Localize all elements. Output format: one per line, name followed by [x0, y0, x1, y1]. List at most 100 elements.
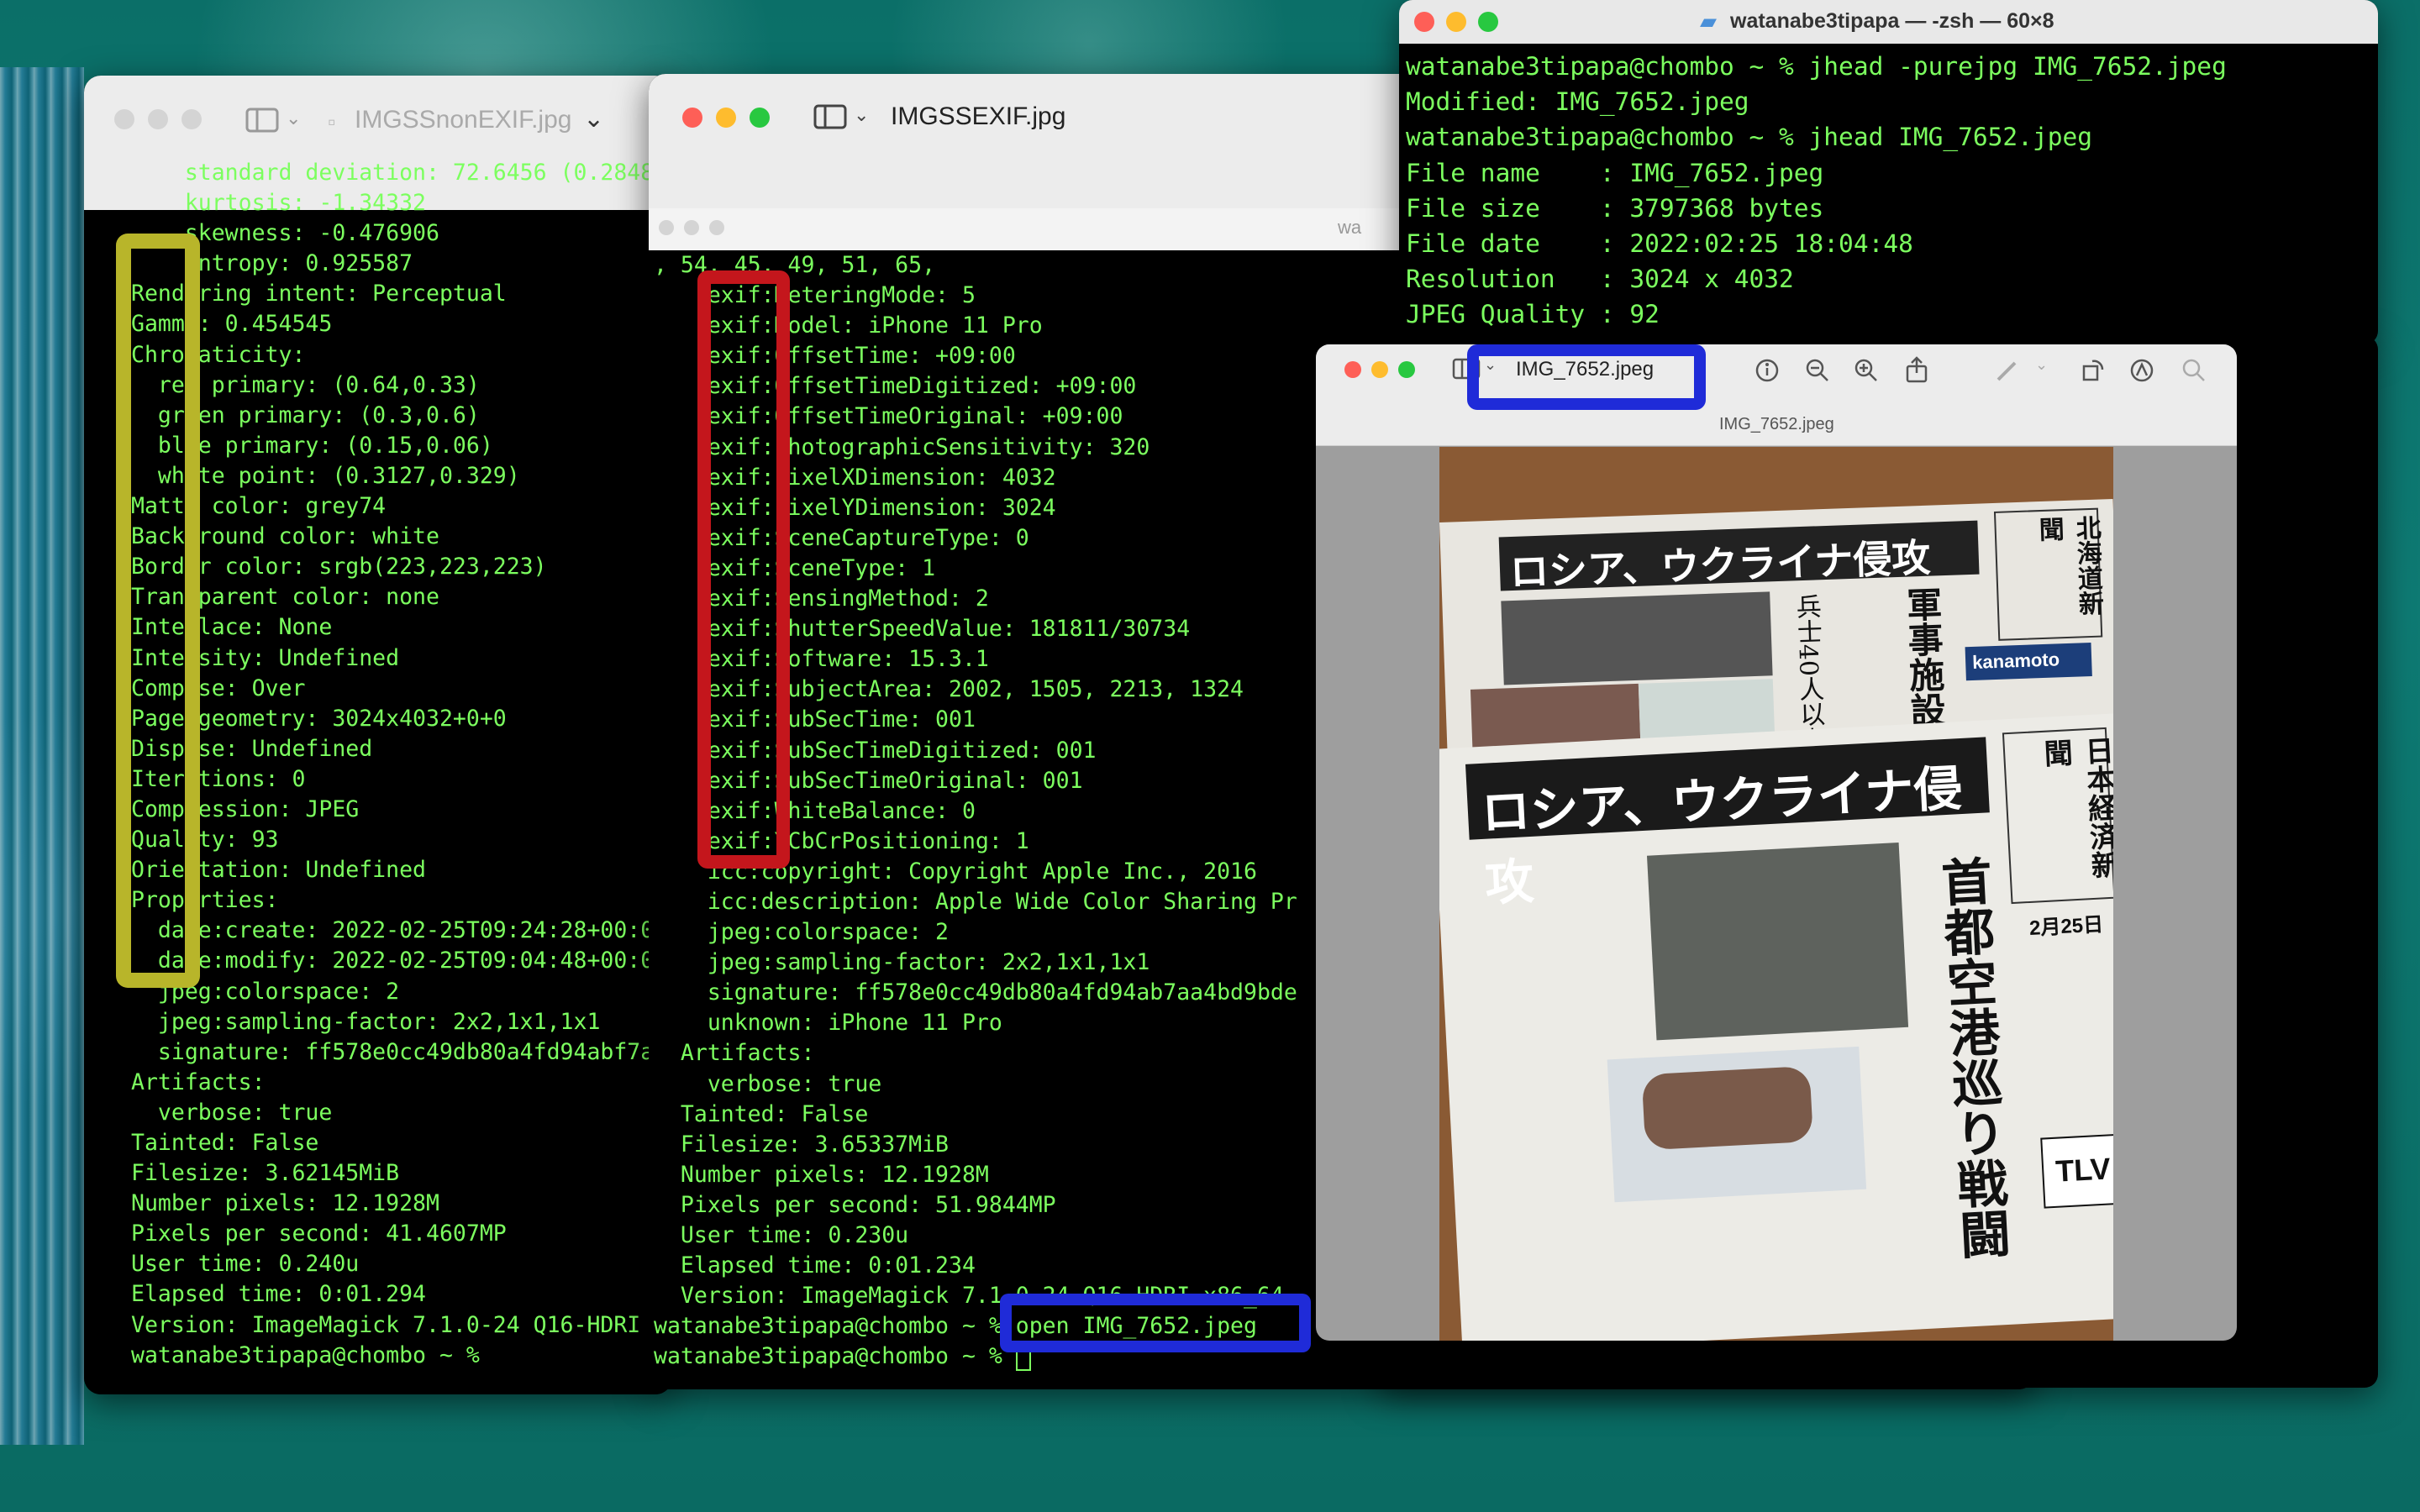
terminal-line: File size : 3797368 bytes: [1406, 193, 1824, 223]
photo-smoke: [1646, 843, 1909, 1041]
terminal-line: Number pixels: 12.1928M: [654, 1161, 989, 1188]
terminal-line: Iterations: 0: [131, 765, 306, 792]
headline-bar: ロシア、ウクライナ侵攻: [1498, 520, 1980, 595]
minimize-button[interactable]: [684, 220, 699, 235]
zoom-button[interactable]: [709, 220, 724, 235]
terminal-line: Artifacts:: [654, 1040, 815, 1067]
terminal-line: Chromaticity:: [131, 341, 306, 368]
file-icon: ▫: [328, 109, 336, 134]
terminal-line: Elapsed time: 0:01.234: [654, 1252, 976, 1279]
terminal-line: User time: 0.230u: [654, 1222, 909, 1248]
terminal-line: entropy: 0.925587: [131, 250, 413, 277]
terminal-line: Compression: JPEG: [131, 795, 360, 822]
terminal-line: Pixels per second: 51.9844MP: [654, 1191, 1056, 1218]
close-button[interactable]: [114, 109, 134, 129]
masthead: 北海道新聞: [1993, 507, 2103, 641]
preview-toolbar[interactable]: ⌄ IMG_7652.jpeg ⌄ IMG_7652.jpeg: [1316, 344, 2237, 446]
highlight-yellow: [116, 234, 200, 988]
zoom-button[interactable]: [182, 109, 202, 129]
ad-brand: kanamoto: [1971, 648, 2060, 673]
terminal-line: Compose: Over: [131, 675, 306, 701]
terminal-output: watanabe3tipapa@chombo ~ % jhead -purejp…: [1406, 49, 2227, 333]
zoom-button[interactable]: [750, 108, 770, 128]
terminal-line: white point: (0.3127,0.329): [131, 462, 520, 489]
terminal-line: Rendering intent: Perceptual: [131, 281, 507, 307]
terminal-line: Quality: 93: [131, 827, 279, 853]
chevron-down-icon[interactable]: ⌄: [286, 108, 301, 129]
terminal-line: signature: ff578e0cc49db80a4fd94abf7aa4: [131, 1038, 672, 1065]
terminal-line: Number pixels: 12.1928M: [131, 1190, 439, 1217]
headline-bar: ロシア、ウクライナ侵攻: [1465, 737, 1990, 912]
terminal-line: Version: ImageMagick 7.1.0-24 Q16-HDRI x: [131, 1311, 668, 1338]
masthead: 日本経済新聞: [2002, 727, 2113, 905]
newspaper-photo: ロシア、ウクライナ侵攻 北海道新聞 軍事施設空爆 兵士40人以上死 kanamo…: [1439, 447, 2113, 1341]
markup-pen-icon[interactable]: [1995, 358, 2020, 383]
share-icon[interactable]: [1904, 356, 1929, 383]
sidebar-toggle-icon[interactable]: [245, 108, 282, 133]
title-chevron-icon[interactable]: ⌄: [583, 104, 604, 134]
terminal-line: Elapsed time: 0:01.294: [131, 1281, 426, 1308]
terminal-line: Border color: srgb(223,223,223): [131, 554, 547, 580]
rotate-icon[interactable]: [2081, 358, 2106, 383]
terminal-line: date:create: 2022-02-25T09:24:28+00:0: [131, 917, 655, 944]
terminal-line: Matte color: grey74: [131, 493, 387, 520]
highlight-red: [697, 270, 790, 869]
desktop-wallpaper-strip: [0, 67, 84, 1445]
terminal-line: Tainted: False: [131, 1130, 319, 1156]
ad-banner: kanamoto: [1965, 643, 2092, 681]
terminal-line: Resolution : 3024 x 4032: [1406, 265, 1794, 294]
markup-icon[interactable]: [2129, 358, 2154, 383]
terminal-line: Tainted: False: [654, 1100, 869, 1127]
minimize-button[interactable]: [148, 109, 168, 129]
terminal-line: File date : 2022:02:25 18:04:48: [1406, 229, 1913, 259]
zoom-button[interactable]: [1478, 12, 1498, 32]
terminal-line: standard deviation: 72.6456 (0.28488: [131, 160, 668, 186]
inner-window-title: wa: [1338, 217, 1362, 238]
terminal-line: signature: ff578e0cc49db80a4fd94ab7aa4bd…: [654, 979, 1297, 1006]
info-icon[interactable]: [1754, 358, 1780, 383]
minimize-button[interactable]: [1446, 12, 1466, 32]
terminal-line: Intensity: Undefined: [131, 644, 400, 671]
terminal-line: jpeg:colorspace: 2: [654, 919, 949, 946]
masthead-text: 日本経済新聞: [2038, 735, 2113, 880]
zoom-button[interactable]: [1398, 361, 1415, 378]
terminal-window-zsh[interactable]: ▰ watanabe3tipapa — -zsh — 60×8 watanabe…: [1399, 0, 2378, 344]
terminal-line: kurtosis: -1.34332: [131, 190, 426, 217]
search-icon[interactable]: [2181, 358, 2207, 383]
minimize-button[interactable]: [1371, 361, 1388, 378]
terminal-line: Page geometry: 3024x4032+0+0: [131, 705, 507, 732]
terminal-line: Dispose: Undefined: [131, 735, 373, 762]
preview-window[interactable]: ⌄ IMG_7652.jpeg ⌄ IMG_7652.jpeg ロシア、ウクライ…: [1316, 344, 2237, 1341]
terminal-line: Orientation: Undefined: [131, 857, 426, 884]
zoom-out-icon[interactable]: [1805, 358, 1830, 383]
zoom-in-icon[interactable]: [1854, 358, 1879, 383]
terminal-line: Properties:: [131, 887, 279, 914]
terminal-line: icc:description: Apple Wide Color Sharin…: [654, 888, 1297, 915]
terminal-line: User time: 0.240u: [131, 1251, 360, 1278]
window-title: IMGSSnonEXIF.jpg: [355, 106, 572, 134]
terminal-line: jpeg:colorspace: 2: [131, 978, 400, 1005]
terminal-line: Pixels per second: 41.4607MP: [131, 1221, 507, 1247]
close-button[interactable]: [1344, 361, 1361, 378]
terminal-line: skewness: -0.476906: [131, 220, 439, 247]
photo-small: [1470, 683, 1641, 748]
close-button[interactable]: [682, 108, 702, 128]
terminal-line: green primary: (0.3,0.6): [131, 402, 480, 428]
ad-logo-box: TLV: [2040, 1133, 2113, 1209]
window-titlebar[interactable]: ▰ watanabe3tipapa — -zsh — 60×8: [1399, 0, 2378, 44]
close-button[interactable]: [659, 220, 674, 235]
terminal-line: verbose: true: [654, 1070, 882, 1097]
terminal-line: verbose: true: [131, 1099, 333, 1126]
sidebar-toggle-icon[interactable]: [813, 104, 850, 129]
close-button[interactable]: [1414, 12, 1434, 32]
chevron-down-icon[interactable]: ⌄: [854, 104, 869, 126]
map-ukraine: [1607, 1046, 1867, 1203]
terminal-output: standard deviation: 72.6456 (0.28488 kur…: [131, 158, 672, 1371]
terminal-line: Interlace: None: [131, 614, 333, 641]
terminal-line: jpeg:sampling-factor: 2x2,1x1,1x1: [131, 1008, 601, 1035]
chevron-down-icon[interactable]: ⌄: [2035, 356, 2048, 374]
minimize-button[interactable]: [716, 108, 736, 128]
newspaper-bottom: ロシア、ウクライナ侵攻 日本経済新聞 2月25日 首都空港巡り戦闘 TLV: [1439, 712, 2113, 1341]
terminal-line: jpeg:sampling-factor: 2x2,1x1,1x1: [654, 949, 1150, 976]
terminal-line: Filesize: 3.65337MiB: [654, 1131, 949, 1158]
